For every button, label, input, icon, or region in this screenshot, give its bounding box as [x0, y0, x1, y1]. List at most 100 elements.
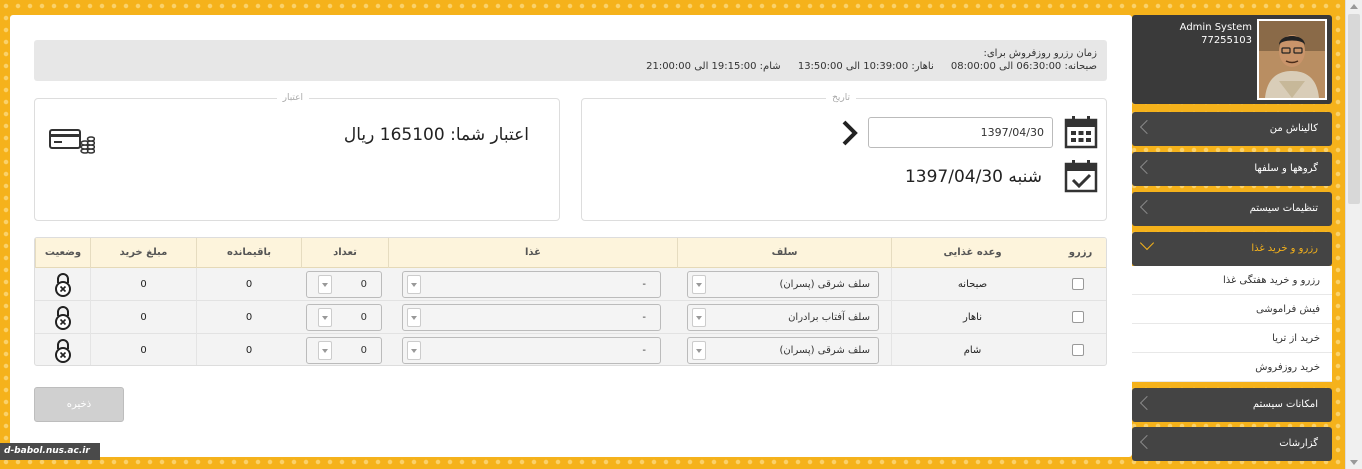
menu-my-collection[interactable]: کالیناش من	[1132, 112, 1332, 146]
menu-system-settings-label: تنظیمات سیستم	[1249, 203, 1318, 214]
meal-cell: صبحانه	[891, 268, 1053, 301]
scroll-thumb[interactable]	[1348, 14, 1360, 204]
table-row: شام سلف شرقی (پسران) - 0 0 0	[35, 334, 1106, 365]
food-select-value: -	[642, 279, 646, 290]
sidebar: Admin System 77255103 کالیناش من گروهها …	[1132, 15, 1332, 469]
meal-cell: شام	[891, 334, 1053, 365]
lock-icon	[53, 339, 73, 363]
chevron-left-icon	[1139, 395, 1155, 411]
count-select-value: 0	[360, 312, 367, 323]
reserve-checkbox[interactable]	[1072, 278, 1084, 290]
credit-legend: اعتبار	[276, 92, 309, 104]
chevron-down-icon	[1139, 235, 1155, 251]
dropdown-arrow-icon	[318, 341, 332, 360]
user-profile: Admin System 77255103	[1132, 15, 1332, 104]
header-count: تعداد	[301, 238, 388, 268]
submenu-weekly-reserve[interactable]: رزرو و خرید هفتگی غذا	[1132, 266, 1332, 295]
card-and-coins-icon	[49, 127, 96, 155]
avatar	[1257, 19, 1327, 100]
scroll-down-arrow-icon[interactable]	[1350, 460, 1358, 465]
menu-my-collection-label: کالیناش من	[1269, 123, 1318, 134]
main-panel: زمان رزرو روزفروش برای: صبحانه: 06:30:00…	[10, 15, 1132, 457]
food-select[interactable]: -	[402, 304, 661, 331]
meal-cell: ناهار	[891, 301, 1053, 334]
submenu-buy-daily-sale[interactable]: خرید روزفروش	[1132, 353, 1332, 382]
selected-date-text: شنبه 1397/04/30	[904, 167, 1042, 187]
menu-reports-label: گزارشات	[1279, 438, 1318, 449]
dropdown-arrow-icon	[692, 341, 706, 360]
chevron-left-icon	[1139, 434, 1155, 450]
count-select[interactable]: 0	[306, 271, 382, 298]
self-select[interactable]: سلف شرقی (پسران)	[687, 271, 879, 298]
dropdown-arrow-icon	[407, 341, 421, 360]
table-row: صبحانه سلف شرقی (پسران) - 0 0 0	[35, 268, 1106, 301]
food-select-value: -	[642, 345, 646, 356]
amount-cell: 0	[90, 334, 196, 365]
chevron-left-icon	[1139, 159, 1155, 175]
header-food: غذا	[388, 238, 677, 268]
dropdown-arrow-icon	[407, 275, 421, 294]
reservation-table: رزرو وعده غذایی سلف غذا تعداد باقیمانده …	[34, 237, 1107, 366]
menu-reports[interactable]: گزارشات	[1132, 427, 1332, 461]
remaining-cell: 0	[196, 268, 301, 301]
reserve-checkbox[interactable]	[1072, 311, 1084, 323]
dropdown-arrow-icon	[407, 308, 421, 327]
date-legend: تاریخ	[826, 92, 856, 104]
self-select-value: سلف شرقی (پسران)	[779, 279, 870, 290]
credit-panel: اعتبار اعتبار شما: 165100 ریال	[34, 92, 560, 221]
self-select-value: سلف آفتاب برادران	[788, 312, 870, 323]
lock-icon	[53, 273, 73, 297]
menu-system-settings[interactable]: تنظیمات سیستم	[1132, 192, 1332, 226]
page-scrollbar[interactable]	[1345, 0, 1362, 469]
count-select-value: 0	[360, 345, 367, 356]
count-select[interactable]: 0	[306, 304, 382, 331]
remaining-cell: 0	[196, 301, 301, 334]
header-meal: وعده غذایی	[891, 238, 1053, 268]
reservation-hours-title: زمان رزرو روزفروش برای:	[983, 48, 1097, 59]
dropdown-arrow-icon	[318, 308, 332, 327]
header-self: سلف	[677, 238, 891, 268]
lunch-hours: ناهار: 10:39:00 الی 13:50:00	[797, 61, 934, 72]
table-row: ناهار سلف آفتاب برادران - 0 0 0	[35, 301, 1106, 334]
header-amount: مبلغ خرید	[90, 238, 196, 268]
food-select[interactable]: -	[402, 337, 661, 364]
dropdown-arrow-icon	[692, 275, 706, 294]
menu-groups[interactable]: گروهها و سلفها	[1132, 152, 1332, 186]
count-select[interactable]: 0	[306, 337, 382, 364]
reserve-checkbox[interactable]	[1072, 344, 1084, 356]
food-select[interactable]: -	[402, 271, 661, 298]
user-info: Admin System 77255103	[1180, 21, 1252, 47]
reservation-hours-box: زمان رزرو روزفروش برای: صبحانه: 06:30:00…	[34, 40, 1107, 81]
submenu-buy-from-cafeteria[interactable]: خرید از تریا	[1132, 324, 1332, 353]
menu-system-features[interactable]: امکانات سیستم	[1132, 388, 1332, 422]
table-header: رزرو وعده غذایی سلف غذا تعداد باقیمانده …	[35, 238, 1106, 268]
header-remaining: باقیمانده	[196, 238, 301, 268]
count-select-value: 0	[360, 279, 367, 290]
menu-system-features-label: امکانات سیستم	[1252, 399, 1318, 410]
food-select-value: -	[642, 312, 646, 323]
amount-cell: 0	[90, 268, 196, 301]
submenu-forgotten-receipt[interactable]: فیش فراموشی	[1132, 295, 1332, 324]
self-select[interactable]: سلف شرقی (پسران)	[687, 337, 879, 364]
menu-groups-label: گروهها و سلفها	[1254, 163, 1318, 174]
amount-cell: 0	[90, 301, 196, 334]
calendar-check-icon	[1064, 159, 1098, 193]
breakfast-hours: صبحانه: 06:30:00 الی 08:00:00	[950, 61, 1097, 72]
watermark: d-babol.nus.ac.ir	[0, 443, 100, 460]
self-select-value: سلف شرقی (پسران)	[779, 345, 870, 356]
date-panel: تاریخ 1397/04/30 شنبه 1397/04/30	[581, 92, 1107, 221]
self-select[interactable]: سلف آفتاب برادران	[687, 304, 879, 331]
menu-reserve-food[interactable]: رزرو و خرید غذا	[1132, 232, 1332, 266]
lock-icon	[53, 306, 73, 330]
date-input[interactable]: 1397/04/30	[868, 117, 1053, 148]
user-id: 77255103	[1201, 35, 1252, 46]
scroll-up-arrow-icon[interactable]	[1350, 4, 1358, 9]
calendar-icon[interactable]	[1064, 115, 1098, 149]
save-button[interactable]: ذخیره	[34, 387, 124, 422]
reservation-hours-row: صبحانه: 06:30:00 الی 08:00:00 ناهار: 10:…	[44, 60, 1097, 73]
dropdown-arrow-icon	[692, 308, 706, 327]
dropdown-arrow-icon	[318, 275, 332, 294]
header-reserve: رزرو	[1068, 247, 1093, 258]
next-day-chevron-icon[interactable]	[840, 119, 860, 147]
chevron-left-icon	[1139, 119, 1155, 135]
